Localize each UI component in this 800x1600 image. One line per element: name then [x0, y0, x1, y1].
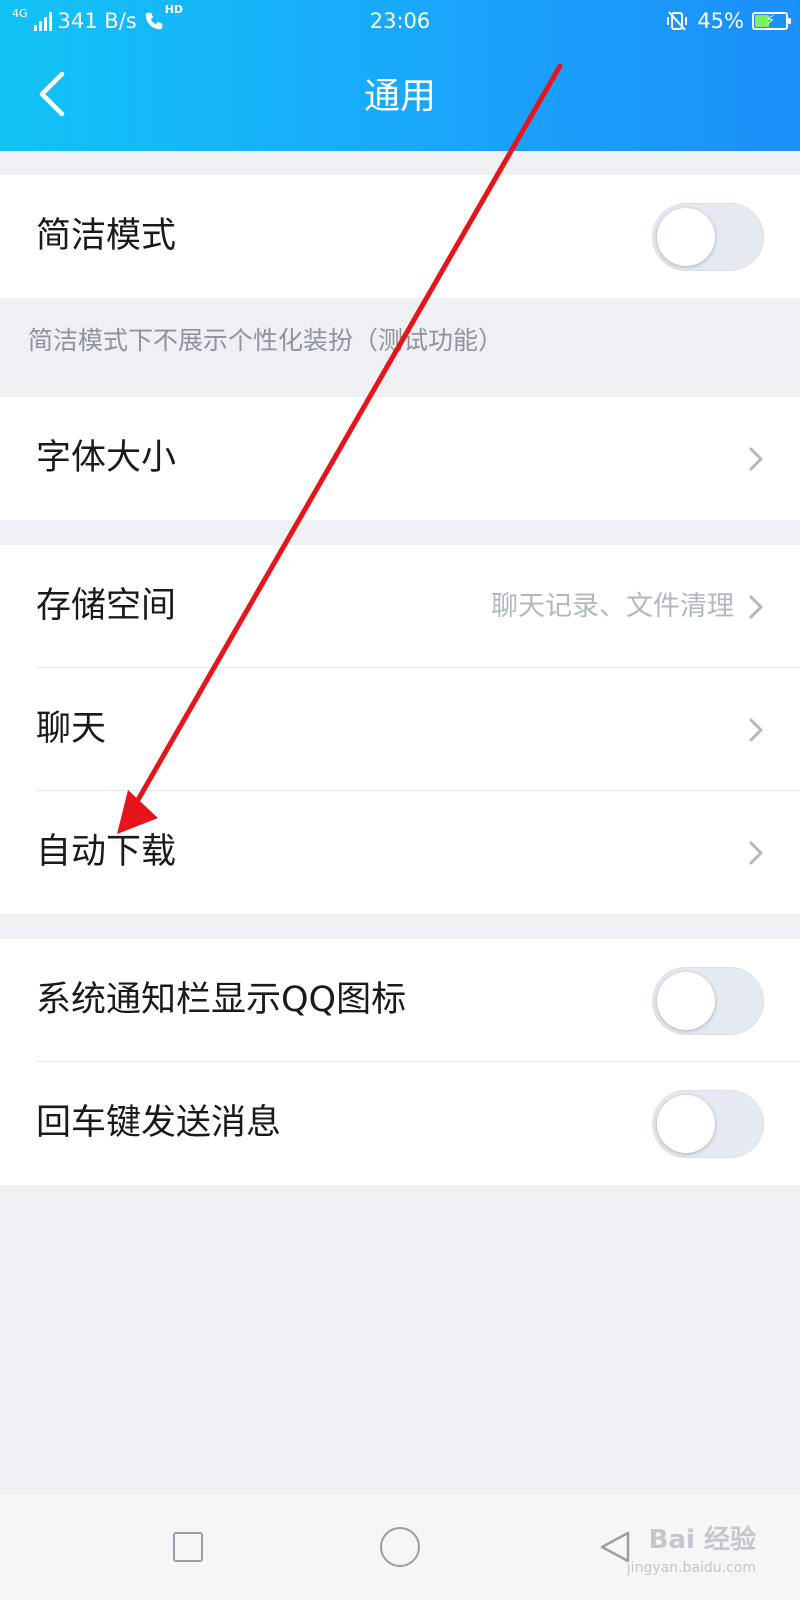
header: 4G 341 B/s HD 23:06 45% ⚡ 通用: [0, 0, 800, 151]
page-title: 通用: [363, 76, 436, 117]
row-auto-download[interactable]: 自动下载: [0, 791, 800, 914]
row-concise-mode[interactable]: 简洁模式: [0, 175, 800, 298]
concise-mode-label: 简洁模式: [36, 216, 177, 256]
storage-label: 存储空间: [36, 586, 177, 626]
battery-percent: 45%: [697, 9, 744, 33]
notification-icon-label: 系统通知栏显示QQ图标: [36, 980, 407, 1020]
row-font-size[interactable]: 字体大小: [0, 397, 800, 520]
battery-icon: ⚡: [752, 11, 791, 30]
status-bar: 4G 341 B/s HD 23:06 45% ⚡: [0, 0, 800, 42]
recent-apps-button[interactable]: [173, 1532, 203, 1562]
screen: 4G 341 B/s HD 23:06 45% ⚡ 通用 简洁模式 简洁模式下不…: [0, 0, 800, 1600]
row-notification-icon[interactable]: 系统通知栏显示QQ图标: [0, 939, 800, 1062]
section-concise: 简洁模式: [0, 175, 800, 298]
auto-download-label: 自动下载: [36, 832, 177, 872]
chevron-right-icon: [749, 595, 763, 619]
watermark-logo: Bai 经验: [648, 1525, 756, 1555]
home-button[interactable]: [380, 1527, 420, 1567]
status-right: 45% ⚡: [665, 0, 791, 42]
enter-to-send-toggle[interactable]: [652, 1090, 764, 1158]
enter-to-send-label: 回车键发送消息: [36, 1103, 282, 1143]
section-font: 字体大小: [0, 397, 800, 520]
row-chat[interactable]: 聊天: [0, 668, 800, 791]
concise-mode-toggle[interactable]: [652, 203, 764, 271]
font-size-label: 字体大小: [36, 438, 177, 478]
vibrate-mute-icon: [665, 9, 689, 33]
navbar: 通用: [0, 42, 800, 151]
section-storage: 存储空间 聊天记录、文件清理 聊天 自动下载: [0, 545, 800, 914]
storage-detail: 聊天记录、文件清理: [491, 591, 734, 622]
chevron-right-icon: [749, 447, 763, 471]
section-notifications: 系统通知栏显示QQ图标 回车键发送消息: [0, 939, 800, 1185]
chevron-right-icon: [749, 841, 763, 865]
chat-label: 聊天: [36, 709, 107, 749]
concise-mode-hint: 简洁模式下不展示个性化装扮（测试功能）: [28, 326, 504, 355]
notification-icon-toggle[interactable]: [652, 967, 764, 1035]
watermark-url: jingyan.baidu.com: [626, 1560, 756, 1576]
row-storage[interactable]: 存储空间 聊天记录、文件清理: [0, 545, 800, 668]
chevron-right-icon: [749, 718, 763, 742]
row-enter-to-send[interactable]: 回车键发送消息: [0, 1062, 800, 1185]
